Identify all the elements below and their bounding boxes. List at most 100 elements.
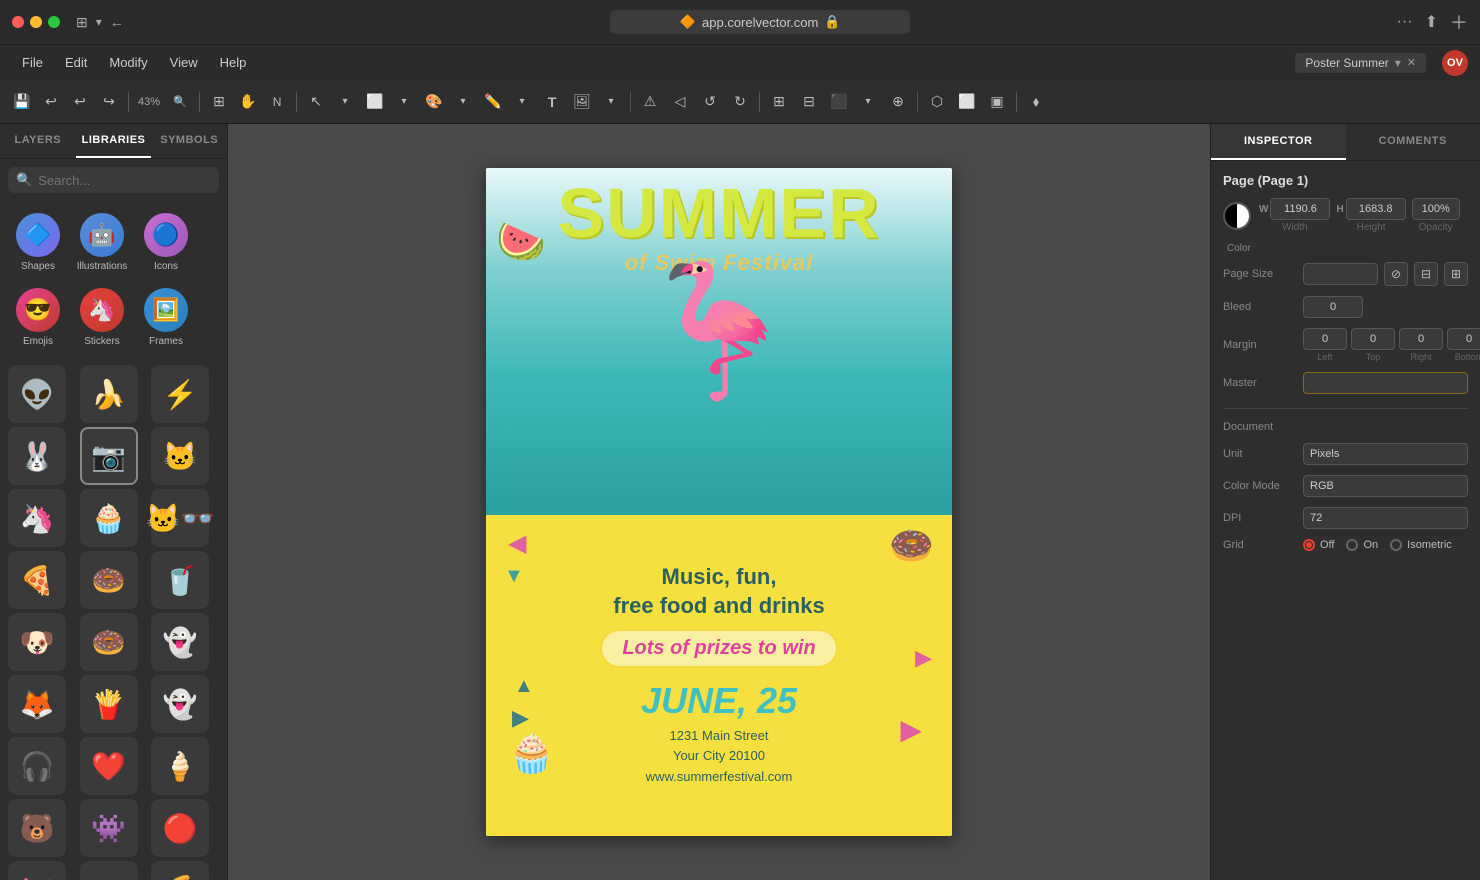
select-button[interactable]: ↖: [302, 88, 330, 116]
category-frames[interactable]: 🖼️ Frames: [136, 282, 196, 353]
sticker-item[interactable]: 🦊: [8, 675, 66, 733]
sticker-item[interactable]: 🍟: [80, 675, 138, 733]
export-button[interactable]: ⬧: [1022, 88, 1050, 116]
rotate-cw-button[interactable]: ↻: [726, 88, 754, 116]
menu-view[interactable]: View: [160, 51, 208, 74]
save-button[interactable]: 💾: [8, 88, 36, 116]
grid-on-radio[interactable]: [1346, 539, 1358, 551]
distribute-button[interactable]: ⊟: [795, 88, 823, 116]
grid-isometric-radio[interactable]: [1390, 539, 1402, 551]
color-preview[interactable]: [1223, 202, 1251, 230]
undo-button[interactable]: ↩: [37, 88, 65, 116]
tab-symbols[interactable]: SYMBOLS: [151, 124, 227, 158]
category-emojis[interactable]: 😎 Emojis: [8, 282, 68, 353]
bleed-input[interactable]: [1303, 296, 1363, 318]
move-button[interactable]: ✋: [234, 88, 262, 116]
maximize-button[interactable]: [48, 16, 60, 28]
document-tab[interactable]: Poster Summer ▾ ✕: [1295, 53, 1426, 73]
sticker-item[interactable]: 🧁: [80, 489, 138, 547]
sticker-item[interactable]: 🎧: [8, 737, 66, 795]
sticker-item[interactable]: 🍕: [151, 861, 209, 880]
category-shapes[interactable]: 🔷 Shapes: [8, 207, 68, 278]
overflow-icon[interactable]: ···: [1397, 13, 1413, 31]
margin-right[interactable]: [1399, 328, 1443, 350]
tab-close-button[interactable]: ✕: [1407, 56, 1416, 69]
fit-button[interactable]: ⊞: [205, 88, 233, 116]
page-size-icon2[interactable]: ⊟: [1414, 262, 1438, 286]
sticker-item[interactable]: 🍕: [8, 551, 66, 609]
margin-top[interactable]: [1351, 328, 1395, 350]
menu-modify[interactable]: Modify: [99, 51, 157, 74]
fill-button[interactable]: 🎨: [420, 88, 448, 116]
width-input[interactable]: [1270, 198, 1330, 220]
tab-layers[interactable]: LAYERS: [0, 124, 76, 158]
undo2-button[interactable]: ↩: [66, 88, 94, 116]
menu-help[interactable]: Help: [210, 51, 257, 74]
opacity-input[interactable]: [1412, 198, 1460, 220]
sticker-item[interactable]: 🦄: [8, 489, 66, 547]
sticker-item[interactable]: 🍌: [80, 365, 138, 423]
page-size-icon3[interactable]: ⊞: [1444, 262, 1468, 286]
grid-isometric[interactable]: Isometric: [1390, 539, 1452, 551]
sticker-item[interactable]: 👻: [151, 675, 209, 733]
tab-inspector[interactable]: INSPECTOR: [1211, 124, 1346, 160]
stroke-chevron[interactable]: ▾: [508, 88, 536, 116]
stroke-button[interactable]: ✏️: [479, 88, 507, 116]
sticker-item[interactable]: ❤️: [80, 737, 138, 795]
share-icon[interactable]: ⬆: [1425, 12, 1438, 32]
sticker-item[interactable]: 🐙: [8, 861, 66, 880]
align-button[interactable]: ⊞: [765, 88, 793, 116]
pathfinder-button[interactable]: ⊕: [884, 88, 912, 116]
sticker-item[interactable]: 👽: [8, 365, 66, 423]
crop-button[interactable]: ⬜: [953, 88, 981, 116]
shape-chevron[interactable]: ▾: [390, 88, 418, 116]
color-mode-select[interactable]: RGB: [1303, 475, 1468, 497]
select-chevron[interactable]: ▾: [331, 88, 359, 116]
sticker-item[interactable]: 🐱: [151, 427, 209, 485]
sticker-item[interactable]: ⚡: [151, 365, 209, 423]
category-illustrations[interactable]: 🤖 Illustrations: [72, 207, 132, 278]
chevron-down-icon[interactable]: ▾: [96, 15, 102, 29]
grid-off[interactable]: Off: [1303, 539, 1334, 551]
canvas-area[interactable]: 🍉 SUMMER of Swim Festival 🦩 ◀ ▶ ▼ ▶ ▲ ▶ …: [228, 124, 1210, 880]
sticker-item[interactable]: 👄: [80, 861, 138, 880]
pencil-icon[interactable]: N: [263, 88, 291, 116]
address-bar[interactable]: 🔶 app.corelvector.com 🔒: [610, 10, 910, 34]
flip-h-button[interactable]: ◁: [666, 88, 694, 116]
sticker-item[interactable]: 🔴: [151, 799, 209, 857]
add-tab-icon[interactable]: ＋: [1450, 9, 1468, 35]
arrange-button[interactable]: ⬛: [825, 88, 853, 116]
tab-chevron-icon[interactable]: ▾: [1395, 56, 1401, 70]
sticker-item[interactable]: 📷: [80, 427, 138, 485]
fill-chevron[interactable]: ▾: [449, 88, 477, 116]
sticker-item[interactable]: 🐱‍👓: [151, 489, 209, 547]
frame-button[interactable]: ▣: [983, 88, 1011, 116]
sticker-item[interactable]: 🍩: [80, 551, 138, 609]
master-select[interactable]: [1303, 372, 1468, 394]
zoom-out-button[interactable]: 🔍: [166, 88, 194, 116]
margin-bottom[interactable]: [1447, 328, 1480, 350]
menu-edit[interactable]: Edit: [55, 51, 97, 74]
sticker-item[interactable]: 🍩: [80, 613, 138, 671]
sticker-item[interactable]: 🐻: [8, 799, 66, 857]
height-input[interactable]: [1346, 198, 1406, 220]
sticker-item[interactable]: 🐰: [8, 427, 66, 485]
page-size-select[interactable]: [1303, 263, 1378, 285]
sticker-item[interactable]: 👻: [151, 613, 209, 671]
unit-select[interactable]: Pixels: [1303, 443, 1468, 465]
sticker-item[interactable]: 🥤: [151, 551, 209, 609]
sticker-item[interactable]: 🐶: [8, 613, 66, 671]
redo-button[interactable]: ↪: [95, 88, 123, 116]
text-button[interactable]: T: [538, 88, 566, 116]
warning-icon[interactable]: ⚠: [636, 88, 664, 116]
image-chevron[interactable]: ▾: [597, 88, 625, 116]
tab-comments[interactable]: COMMENTS: [1346, 124, 1480, 160]
sticker-item[interactable]: 👾: [80, 799, 138, 857]
tab-libraries[interactable]: LIBRARIES: [76, 124, 152, 158]
margin-left[interactable]: [1303, 328, 1347, 350]
page-size-icon1[interactable]: ⊘: [1384, 262, 1408, 286]
grid-on[interactable]: On: [1346, 539, 1378, 551]
window-control-icon[interactable]: ⊞: [76, 14, 88, 31]
menu-file[interactable]: File: [12, 51, 53, 74]
dpi-select[interactable]: 72: [1303, 507, 1468, 529]
